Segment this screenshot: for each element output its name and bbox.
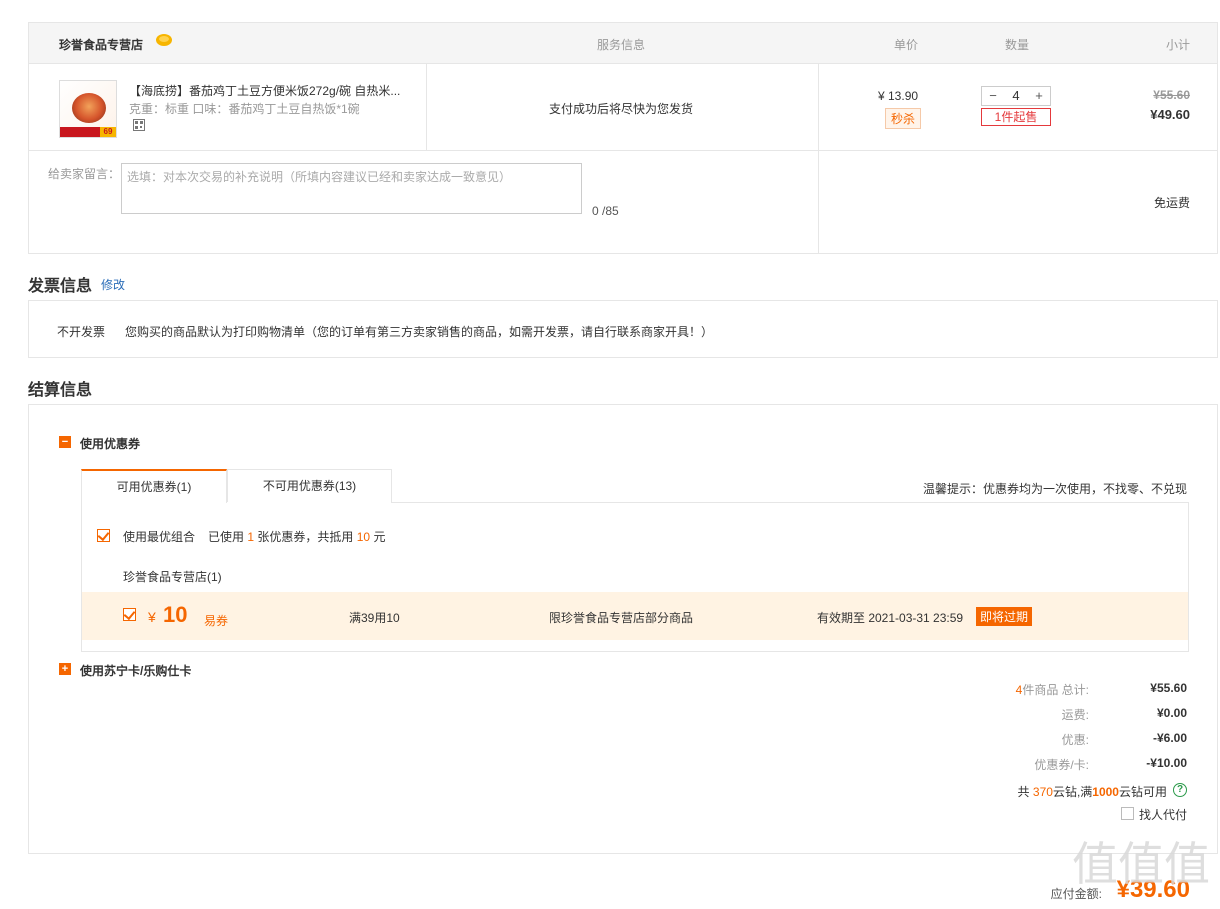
discount-label: 优惠: xyxy=(1061,733,1089,747)
item-count-text: 件商品 总计: xyxy=(1022,683,1089,697)
diamond-mid: 云钻,满 xyxy=(1052,785,1093,799)
coupon-section-title[interactable]: 使用优惠券 xyxy=(80,435,140,452)
shipping-label: 运费: xyxy=(1061,708,1089,722)
seller-message-input[interactable]: 选填：对本次交易的补充说明（所填内容建议已经和卖家达成一致意见） xyxy=(121,163,582,214)
min-qty-tag: 1件起售 xyxy=(981,108,1051,126)
product-spec: 克重：标重 口味：番茄鸡丁土豆自热饭*1碗 xyxy=(129,102,360,116)
settlement-panel: − 使用优惠券 可用优惠券(1) 不可用优惠券(13) 温馨提示：优惠券均为一次… xyxy=(28,404,1218,854)
coupon-deduction-value: -¥10.00 xyxy=(1146,756,1187,770)
qty-plus-button[interactable]: + xyxy=(1030,87,1048,105)
expiring-tag: 即将过期 xyxy=(976,607,1033,626)
diamond-suffix: 云钻可用 xyxy=(1118,785,1167,799)
qty-input[interactable]: 4 xyxy=(1004,87,1028,105)
coupon-store-group: 珍誉食品专营店(1) xyxy=(123,570,222,584)
invoice-panel: 不开发票 您购买的商品默认为打印购物清单（您的订单有第三方卖家销售的商品，如需开… xyxy=(28,300,1218,358)
settlement-title: 结算信息 xyxy=(28,382,93,399)
diamond-info: 共 370云钻,满1000云钻可用 xyxy=(1018,783,1167,800)
coupon-amount: 10 xyxy=(163,602,188,627)
store-badge-icon xyxy=(156,34,172,46)
help-icon[interactable]: ? xyxy=(1173,783,1187,797)
coupon-currency: ¥ xyxy=(148,609,156,625)
expand-card-toggle[interactable]: + xyxy=(59,663,71,675)
coupon-row[interactable]: ¥ 10 易券 满39用10 限珍誉食品专营店部分商品 有效期至 2021-03… xyxy=(82,592,1188,640)
invoice-edit-link[interactable]: 修改 xyxy=(101,276,125,293)
original-subtotal: ¥55.60 xyxy=(1153,88,1190,102)
diamond-count: 370 xyxy=(1032,785,1053,799)
proxy-pay-label[interactable]: 找人代付 xyxy=(1139,806,1187,823)
product-title[interactable]: 【海底捞】番茄鸡丁土豆方便米饭272g/碗 自热米... xyxy=(129,82,409,99)
coupon-expiry: 有效期至 2021-03-31 23:59 xyxy=(817,611,964,625)
subtotal: ¥49.60 xyxy=(1150,107,1190,122)
qty-minus-button[interactable]: − xyxy=(984,87,1002,105)
total-value: ¥55.60 xyxy=(1150,681,1187,695)
service-info: 支付成功后将尽快为您发货 xyxy=(549,102,694,116)
message-label: 给卖家留言： xyxy=(48,167,121,181)
card-section-title[interactable]: 使用苏宁卡/乐购仕卡 xyxy=(80,662,191,679)
used-amount: 10 xyxy=(356,530,371,544)
best-combo-label: 使用最优组合 xyxy=(123,530,196,544)
discount-value: -¥6.00 xyxy=(1152,731,1187,745)
coupon-type: 易券 xyxy=(204,614,229,628)
watermark-logo: 值值值 xyxy=(1072,837,1210,891)
qr-code-icon[interactable] xyxy=(133,119,145,131)
col-qty: 数量 xyxy=(1005,38,1030,52)
store-header: 珍誉食品专营店 服务信息 单价 数量 小计 xyxy=(28,22,1218,64)
collapse-coupon-toggle[interactable]: − xyxy=(59,436,71,448)
used-mid: 张优惠券，共抵用 xyxy=(257,530,354,544)
coupon-used-summary: 已使用 1 张优惠券，共抵用 10 元 xyxy=(208,528,385,545)
invoice-title: 发票信息 xyxy=(28,278,93,295)
store-name[interactable]: 珍誉食品专营店 xyxy=(59,36,143,53)
shipping-value: ¥0.00 xyxy=(1156,706,1187,720)
divider xyxy=(818,64,819,254)
col-subtotal: 小计 xyxy=(1165,38,1190,52)
tab-unavailable-coupons[interactable]: 不可用优惠券(13) xyxy=(227,469,392,502)
divider xyxy=(29,150,1217,151)
coupon-deduction-label: 优惠券/卡: xyxy=(1034,758,1089,772)
coupon-tip: 温馨提示：优惠券均为一次使用，不找零、不兑现 xyxy=(922,482,1187,496)
diamond-threshold: 1000 xyxy=(1092,785,1119,799)
used-suffix: 元 xyxy=(373,530,386,544)
invoice-type: 不开发票 xyxy=(57,325,106,339)
unit-price: ¥ 13.90 xyxy=(878,89,919,103)
tab-available-coupons[interactable]: 可用优惠券(1) xyxy=(81,469,227,503)
coupon-panel: 使用最优组合 已使用 1 张优惠券，共抵用 10 元 珍誉食品专营店(1) ¥ … xyxy=(81,502,1189,652)
best-combo-checkbox[interactable] xyxy=(97,528,110,542)
order-item-panel: 69 【海底捞】番茄鸡丁土豆方便米饭272g/碗 自热米... 克重：标重 口味… xyxy=(28,63,1218,254)
product-thumbnail[interactable]: 69 xyxy=(59,80,117,138)
coupon-scope: 限珍誉食品专营店部分商品 xyxy=(549,611,694,625)
divider xyxy=(426,64,427,150)
item-count-label: 4件商品 总计: xyxy=(1016,681,1089,698)
seckill-tag: 秒杀 xyxy=(885,108,922,129)
coupon-checkbox[interactable] xyxy=(123,607,136,621)
message-char-count: 0 /85 xyxy=(592,204,619,218)
quantity-stepper[interactable]: − 4 + xyxy=(981,86,1051,106)
shipping-fee: 免运费 xyxy=(1153,196,1190,210)
used-prefix: 已使用 xyxy=(208,530,245,544)
used-count: 1 xyxy=(247,530,255,544)
col-price: 单价 xyxy=(894,38,919,52)
coupon-condition: 满39用10 xyxy=(349,611,400,625)
diamond-prefix: 共 xyxy=(1017,785,1030,799)
proxy-pay-checkbox[interactable] xyxy=(1121,807,1134,820)
invoice-note: 您购买的商品默认为打印购物清单（您的订单有第三方卖家销售的商品，如需开发票，请自… xyxy=(125,325,714,339)
col-service: 服务信息 xyxy=(597,38,646,52)
